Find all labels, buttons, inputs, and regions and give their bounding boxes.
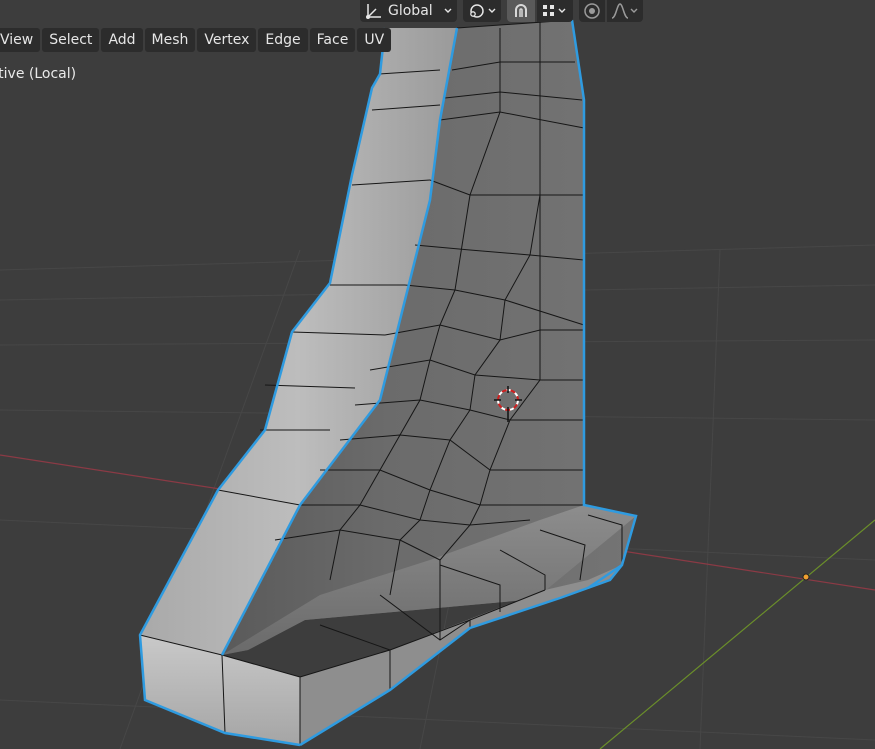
pivot-point-icon	[470, 4, 484, 18]
falloff-dropdown[interactable]	[607, 0, 643, 22]
menu-add[interactable]: Add	[101, 28, 143, 52]
world-origin-point	[802, 573, 810, 581]
3d-viewport[interactable]: Global View Select Add Mesh Vertex Edge …	[0, 0, 875, 749]
transform-orientation-icon	[366, 4, 381, 19]
snap-target-dropdown[interactable]	[537, 0, 573, 22]
snap-toggle-button[interactable]	[507, 0, 535, 22]
menu-vertex[interactable]: Vertex	[197, 28, 257, 52]
chevron-down-icon	[558, 8, 566, 13]
menu-select[interactable]: Select	[42, 28, 100, 52]
transform-orientation-label: Global	[388, 3, 433, 19]
snap-magnet-icon	[515, 4, 527, 17]
transform-orientation-dropdown[interactable]: Global	[360, 0, 457, 22]
pivot-point-dropdown[interactable]	[463, 0, 501, 22]
menu-uv[interactable]: UV	[357, 28, 392, 52]
snap-increment-icon	[543, 5, 554, 16]
proportional-editing-toggle[interactable]	[579, 0, 605, 22]
chevron-down-icon	[488, 8, 496, 13]
menu-face[interactable]: Face	[309, 28, 356, 52]
proportional-editing-icon	[584, 3, 600, 19]
menu-mesh[interactable]: Mesh	[144, 28, 196, 52]
mesh-object[interactable]	[138, 19, 638, 747]
viewport-top-toolbar: Global	[360, 0, 643, 22]
menu-edge[interactable]: Edge	[258, 28, 308, 52]
falloff-curve-icon	[611, 3, 629, 19]
header-menu-bar: View Select Add Mesh Vertex Edge Face UV	[0, 28, 392, 52]
chevron-down-icon	[444, 8, 452, 13]
menu-view[interactable]: View	[0, 28, 41, 52]
chevron-down-icon	[630, 8, 638, 13]
viewport-context-label: User Perspective (Local)	[0, 66, 77, 82]
viewport-scene[interactable]	[0, 0, 875, 749]
